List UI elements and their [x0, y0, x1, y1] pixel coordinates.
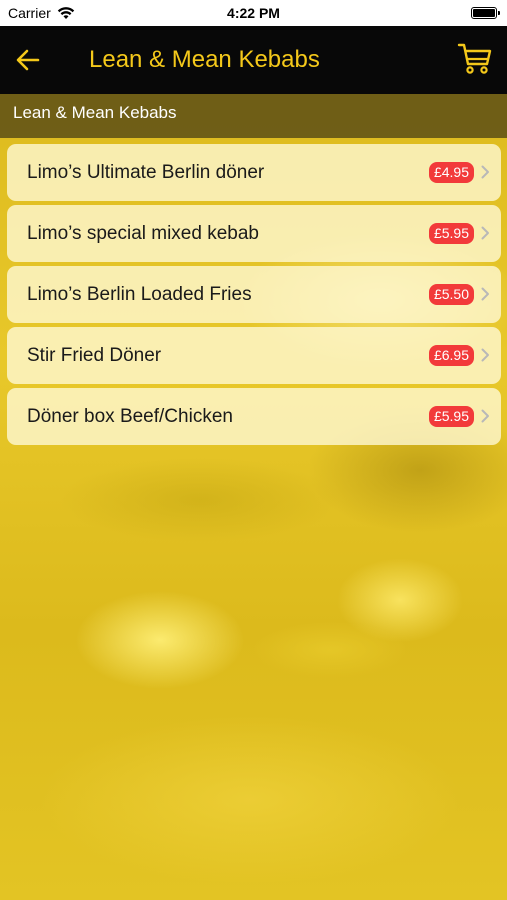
section-header: Lean & Mean Kebabs — [0, 94, 507, 138]
battery-icon — [471, 7, 500, 19]
price-badge: £6.95 — [428, 345, 474, 366]
cart-button[interactable] — [457, 42, 493, 76]
menu-item-name: Stir Fried Döner — [27, 345, 162, 366]
menu-item-name: Limo’s special mixed kebab — [27, 223, 259, 244]
menu-item-name: Limo’s Ultimate Berlin döner — [27, 162, 265, 183]
price-badge: £5.95 — [428, 406, 474, 427]
menu-item[interactable]: Limo’s special mixed kebab £5.95 — [7, 205, 501, 262]
menu-item-name: Döner box Beef/Chicken — [27, 406, 233, 427]
navigation-bar: Lean & Mean Kebabs — [0, 26, 507, 94]
menu-list: Limo’s Ultimate Berlin döner £4.95 Limo’… — [7, 144, 501, 449]
arrow-left-icon — [16, 49, 40, 71]
status-bar: Carrier 4:22 PM — [0, 0, 507, 26]
price-badge: £4.95 — [428, 162, 474, 183]
menu-item[interactable]: Stir Fried Döner £6.95 — [7, 327, 501, 384]
menu-item[interactable]: Limo’s Berlin Loaded Fries £5.50 — [7, 266, 501, 323]
price-badge: £5.95 — [428, 223, 474, 244]
clock: 4:22 PM — [227, 5, 280, 21]
page-title: Lean & Mean Kebabs — [89, 46, 320, 73]
menu-item[interactable]: Limo’s Ultimate Berlin döner £4.95 — [7, 144, 501, 201]
menu-item[interactable]: Döner box Beef/Chicken £5.95 — [7, 388, 501, 445]
chevron-right-icon — [481, 165, 489, 179]
cart-icon — [457, 43, 492, 74]
price-badge: £5.50 — [428, 284, 474, 305]
chevron-right-icon — [481, 226, 489, 240]
chevron-right-icon — [481, 287, 489, 301]
back-button[interactable] — [16, 44, 56, 76]
chevron-right-icon — [481, 348, 489, 362]
menu-item-name: Limo’s Berlin Loaded Fries — [27, 284, 252, 305]
chevron-right-icon — [481, 409, 489, 423]
